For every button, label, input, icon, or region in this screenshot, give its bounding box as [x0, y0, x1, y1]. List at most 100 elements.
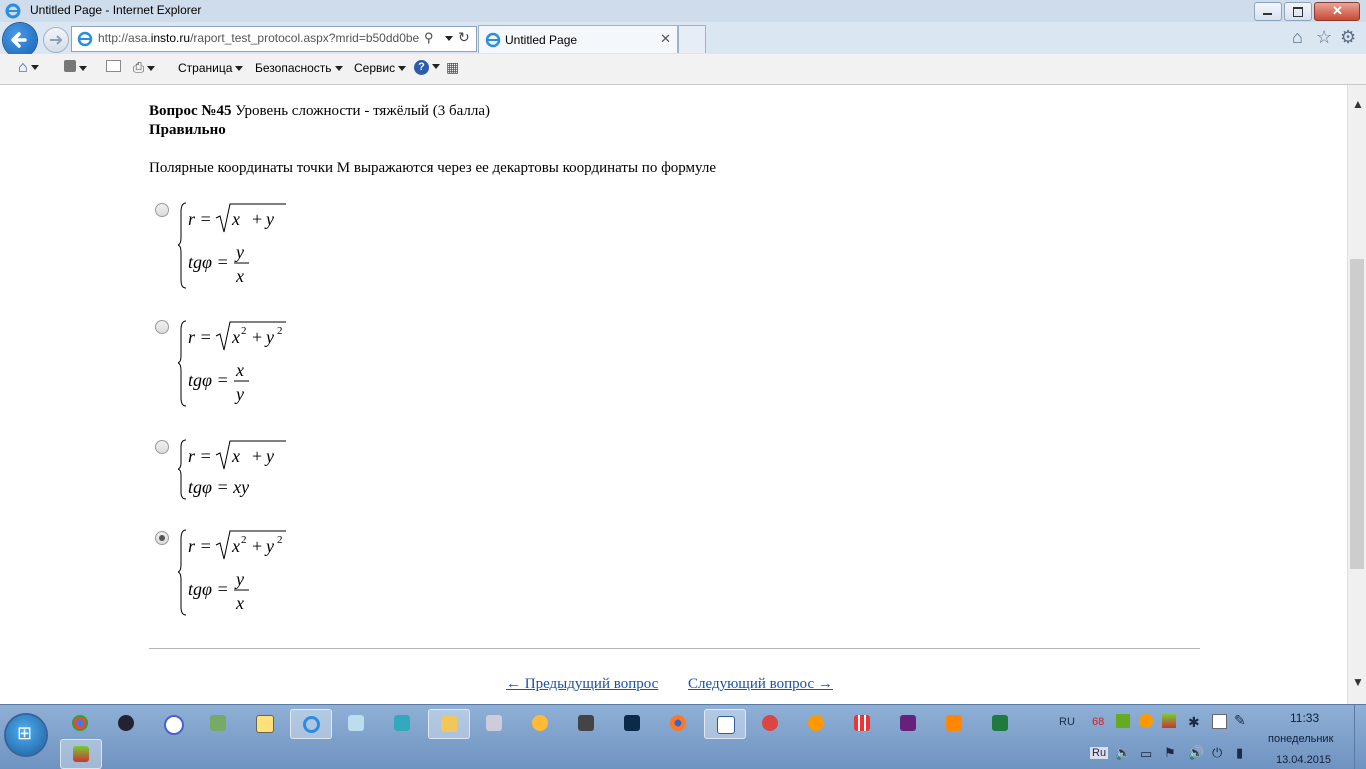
tray-audio-icon[interactable]: 🔈 — [1115, 745, 1131, 761]
svg-text:r =: r = — [188, 446, 212, 466]
scroll-down-icon[interactable]: ▼ — [1352, 675, 1364, 689]
vertical-scrollbar[interactable]: ▲ ▼ — [1347, 85, 1366, 704]
tab-untitled-page[interactable]: Untitled Page ✕ — [478, 25, 678, 53]
taskbar-app[interactable] — [382, 709, 422, 737]
taskbar-firefox[interactable] — [658, 709, 698, 737]
svg-text:+: + — [252, 327, 262, 347]
question-difficulty: Уровень сложности - тяжёлый (3 балла) — [231, 103, 490, 119]
taskbar-player[interactable] — [152, 709, 192, 737]
window-controls: ✕ — [1252, 2, 1360, 21]
new-tab-button[interactable] — [678, 25, 706, 53]
speaker-icon — [486, 715, 502, 731]
taskbar-excel[interactable] — [980, 709, 1020, 737]
tray-flag-icon[interactable]: ⚑ — [1164, 745, 1176, 761]
search-icon[interactable]: ⚲ — [424, 30, 434, 46]
answer-radio-4[interactable] — [155, 531, 169, 545]
address-bar[interactable]: http://asa.insto.ru/raport_test_protocol… — [71, 26, 477, 52]
svg-text:y: y — [234, 242, 244, 262]
chrome-icon — [72, 715, 88, 731]
minimize-button[interactable] — [1254, 2, 1282, 21]
answer-formula-4: r = x 2 + y 2 tgφ = yx — [178, 527, 298, 617]
svg-text:r =: r = — [188, 327, 212, 347]
svg-text:tgφ =: tgφ = — [188, 370, 229, 390]
tray-stack-icon[interactable] — [1162, 714, 1176, 728]
internet-explorer-icon — [303, 716, 320, 733]
svg-text:x: x — [231, 536, 240, 556]
taskbar-word[interactable] — [704, 709, 746, 739]
play-icon — [946, 715, 962, 731]
taskbar-sound[interactable] — [474, 709, 514, 737]
answer-radio-2[interactable] — [155, 320, 169, 334]
show-desktop-button[interactable] — [1354, 705, 1366, 769]
tray-window-icon[interactable] — [1212, 714, 1227, 729]
gear-icon[interactable]: ⚙ — [1340, 27, 1356, 48]
taskbar-photoshop[interactable] — [612, 709, 652, 737]
tray-pen-icon[interactable]: ✎ — [1234, 712, 1246, 729]
tray-monitor-icon[interactable]: ▭ — [1140, 746, 1152, 762]
taskbar-app-red[interactable] — [750, 709, 790, 737]
home-icon[interactable]: ⌂ — [18, 59, 39, 77]
language-indicator[interactable]: RU — [1059, 716, 1075, 728]
taskbar-media-player[interactable] — [934, 709, 974, 737]
svg-text:tgφ =: tgφ = — [188, 252, 229, 272]
taskbar-app-orange[interactable] — [796, 709, 836, 737]
answer-radio-1[interactable] — [155, 203, 169, 217]
page-menu[interactable]: Страница — [178, 61, 244, 75]
forward-button[interactable] — [43, 27, 69, 53]
tray-volume-icon[interactable]: 🔊 — [1188, 745, 1204, 761]
taskbar-bluestacks[interactable] — [60, 739, 102, 769]
taskbar-explorer[interactable] — [428, 709, 470, 739]
print-icon[interactable]: ⎙ — [133, 59, 156, 76]
tray-orange-icon[interactable] — [1139, 714, 1153, 728]
tray-signal-icon[interactable]: ▮ — [1236, 745, 1243, 761]
taskbar-aimp[interactable] — [520, 709, 560, 737]
clock-time[interactable]: 11:33 — [1290, 711, 1319, 725]
player-icon — [164, 715, 184, 735]
taskbar-chrome[interactable] — [60, 709, 100, 737]
scrollbar-thumb[interactable] — [1350, 259, 1364, 569]
taskbar-window[interactable] — [244, 709, 284, 737]
service-menu[interactable]: Сервис — [354, 61, 407, 75]
clock-date[interactable]: 13.04.2015 — [1276, 754, 1331, 766]
favorites-star-icon[interactable]: ☆ — [1316, 27, 1332, 48]
taskbar-internet-explorer[interactable] — [290, 709, 332, 739]
start-button[interactable]: ⊞ — [6, 715, 46, 755]
refresh-icon[interactable]: ↻ — [458, 29, 470, 46]
home-icon[interactable]: ⌂ — [1292, 27, 1303, 48]
taskbar-network-app[interactable] — [198, 709, 238, 737]
question-text: Полярные координаты точки М выражаются ч… — [149, 160, 717, 176]
taskbar: ⊞ RU 68 ✱ ✎ Ru 🔈 ▭ ⚑ 🔊 ⏻ ▮ 11:33 понедел… — [0, 704, 1366, 769]
rss-feed-icon[interactable] — [64, 60, 87, 75]
back-button[interactable] — [3, 23, 37, 57]
taskbar-visual-studio[interactable] — [888, 709, 928, 737]
security-menu[interactable]: Безопасность — [255, 61, 343, 75]
previous-question-link[interactable]: ← Предыдущий вопрос — [506, 676, 658, 693]
maximize-button[interactable] — [1284, 2, 1312, 21]
answer-radio-3[interactable] — [155, 440, 169, 454]
firefox-icon — [670, 715, 686, 731]
research-icon[interactable]: ▦ — [446, 59, 459, 76]
taskbar-grid-app[interactable] — [842, 709, 882, 737]
mail-icon[interactable] — [106, 60, 121, 75]
clock-day[interactable]: понедельник — [1268, 733, 1333, 745]
help-icon[interactable]: ? — [414, 59, 440, 75]
taskbar-media-app[interactable] — [106, 709, 146, 737]
svg-text:r =: r = — [188, 536, 212, 556]
next-question-link[interactable]: Следующий вопрос → — [688, 676, 833, 693]
bluestacks-icon — [73, 746, 89, 762]
tab-close-icon[interactable]: ✕ — [660, 31, 671, 47]
svg-text:x: x — [231, 209, 240, 229]
language-indicator-2[interactable]: Ru — [1090, 747, 1109, 759]
scroll-up-icon[interactable]: ▲ — [1352, 97, 1364, 111]
close-button[interactable]: ✕ — [1314, 2, 1360, 21]
tray-power-icon[interactable]: ⏻ — [1212, 745, 1222, 761]
windows-logo-icon: ⊞ — [17, 723, 33, 743]
svg-text:+: + — [252, 209, 262, 229]
dropdown-icon[interactable] — [445, 36, 453, 41]
taskbar-wifi[interactable] — [336, 709, 376, 737]
tray-badge[interactable]: 68 — [1092, 716, 1104, 728]
window-title: Untitled Page - Internet Explorer — [30, 3, 202, 17]
tray-nvidia-icon[interactable] — [1116, 714, 1130, 728]
taskbar-camera[interactable] — [566, 709, 606, 737]
tray-tools-icon[interactable]: ✱ — [1188, 714, 1200, 731]
